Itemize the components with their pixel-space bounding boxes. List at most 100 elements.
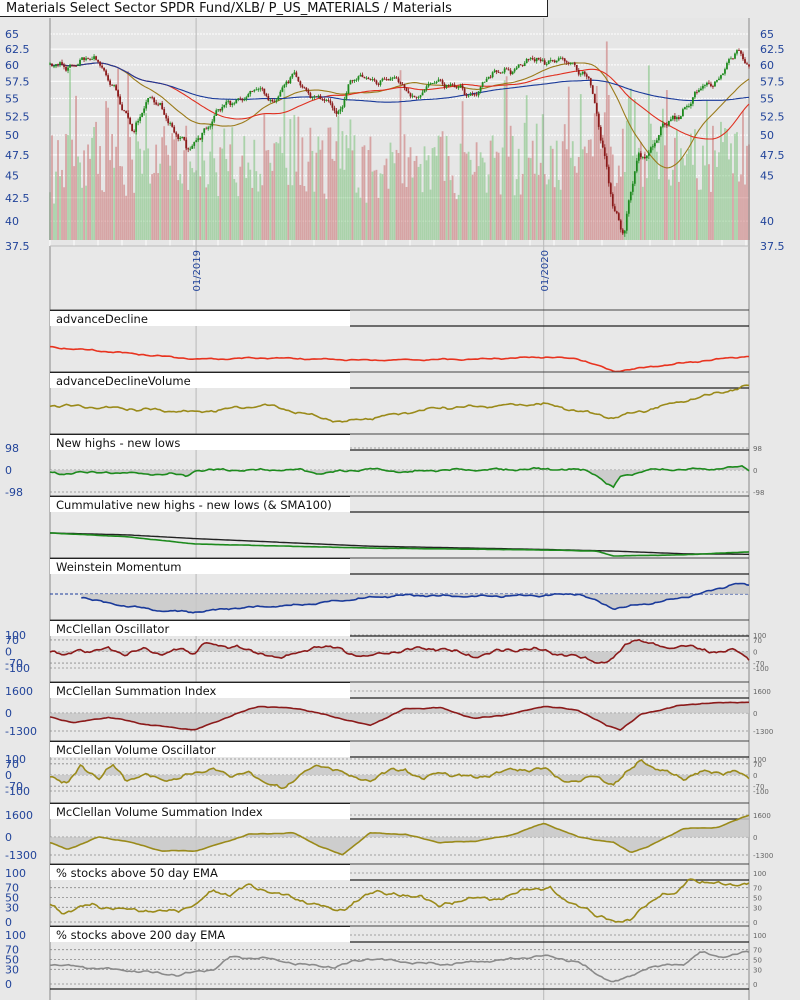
candle-body: [135, 122, 138, 132]
volume-bar: [229, 144, 232, 240]
candle-body: [101, 65, 103, 68]
volume-bar: [209, 151, 212, 240]
price-axis-label-right: 62.5: [760, 43, 785, 56]
volume-bar: [409, 147, 412, 240]
candle-body: [243, 99, 246, 101]
candle-body: [219, 109, 222, 111]
candle-body: [335, 110, 338, 114]
candle-body: [105, 70, 107, 76]
volume-bar: [645, 178, 648, 240]
candle-body: [575, 64, 578, 71]
axis-label-left: 30: [5, 963, 19, 976]
candle-body: [265, 93, 268, 96]
candle-body: [357, 76, 360, 80]
volume-bar: [359, 197, 362, 240]
volume-bar: [483, 162, 486, 240]
volume-bar: [593, 113, 596, 240]
candle-body: [191, 145, 194, 149]
candle-body: [271, 100, 274, 102]
candle-body: [702, 85, 704, 89]
candle-body: [397, 78, 400, 83]
volume-bar: [437, 135, 440, 240]
volume-bar: [465, 153, 468, 240]
candle-body: [443, 83, 446, 88]
candle-body: [303, 87, 306, 89]
volume-bar: [413, 160, 416, 240]
volume-bar: [471, 174, 474, 240]
candle-body: [694, 91, 696, 98]
volume-bar: [173, 139, 176, 240]
volume-bar: [143, 150, 146, 240]
volume-bar: [391, 152, 394, 240]
volume-bar: [175, 134, 178, 240]
volume-bar: [704, 165, 706, 240]
volume-bar: [293, 114, 296, 240]
volume-bar: [231, 127, 234, 240]
candle-body: [373, 79, 376, 81]
volume-bar: [253, 139, 256, 240]
volume-bar: [291, 185, 294, 240]
volume-bar: [491, 135, 494, 240]
candle-body: [411, 95, 414, 97]
candle-body: [241, 98, 244, 101]
candle-body: [355, 79, 358, 81]
volume-bar: [225, 159, 228, 240]
candle-body: [383, 78, 386, 80]
candle-body: [225, 101, 228, 105]
volume-bar: [513, 195, 516, 240]
candle-body: [501, 72, 504, 74]
candle-body: [549, 60, 552, 61]
volume-bar: [119, 166, 122, 240]
candle-body: [391, 77, 394, 79]
candle-body: [409, 93, 412, 97]
candle-body: [555, 60, 558, 63]
volume-bar: [505, 76, 508, 240]
candle-body: [593, 93, 596, 104]
volume-bar: [523, 122, 526, 240]
candle-body: [237, 98, 240, 100]
volume-bar: [573, 166, 576, 240]
volume-bar: [301, 137, 304, 240]
candle-body: [607, 166, 610, 184]
candle-body: [115, 85, 117, 91]
volume-bar: [509, 125, 512, 240]
volume-bar: [367, 150, 370, 240]
volume-bar: [351, 150, 354, 240]
candle-body: [215, 110, 218, 117]
candle-body: [181, 136, 184, 138]
volume-bar: [575, 172, 578, 240]
panel-label-adv: advanceDeclineVolume: [50, 372, 350, 388]
candle-body: [617, 213, 620, 221]
volume-bar: [651, 139, 654, 240]
candle-body: [688, 106, 690, 107]
candle-body: [273, 101, 276, 103]
volume-bar: [649, 123, 652, 240]
candle-body: [435, 81, 438, 83]
volume-bar: [441, 131, 444, 240]
volume-bar: [732, 173, 734, 240]
volume-bar: [281, 153, 284, 240]
volume-bar: [688, 149, 690, 240]
candle-body: [724, 69, 726, 74]
candle-body: [521, 65, 524, 66]
volume-bar: [197, 135, 200, 240]
candle-body: [457, 87, 460, 89]
candle-body: [297, 76, 300, 82]
panel-label-weinstein: Weinstein Momentum: [50, 558, 350, 574]
candle-body: [599, 126, 602, 141]
candle-body: [748, 64, 750, 67]
axis-label-right: 70: [753, 761, 762, 769]
candle-body: [235, 99, 238, 104]
candle-body: [127, 112, 130, 118]
candle-body: [541, 60, 544, 62]
volume-bar: [419, 163, 422, 240]
panel-label-cum: Cummulative new highs - new lows (& SMA1…: [50, 496, 350, 512]
candle-body: [485, 78, 488, 82]
volume-bar: [591, 156, 594, 240]
volume-bar: [601, 134, 604, 240]
volume-bar: [587, 139, 590, 240]
volume-bar: [657, 179, 660, 240]
volume-bar: [481, 157, 484, 240]
candle-body: [129, 117, 132, 125]
candle-body: [369, 79, 372, 80]
